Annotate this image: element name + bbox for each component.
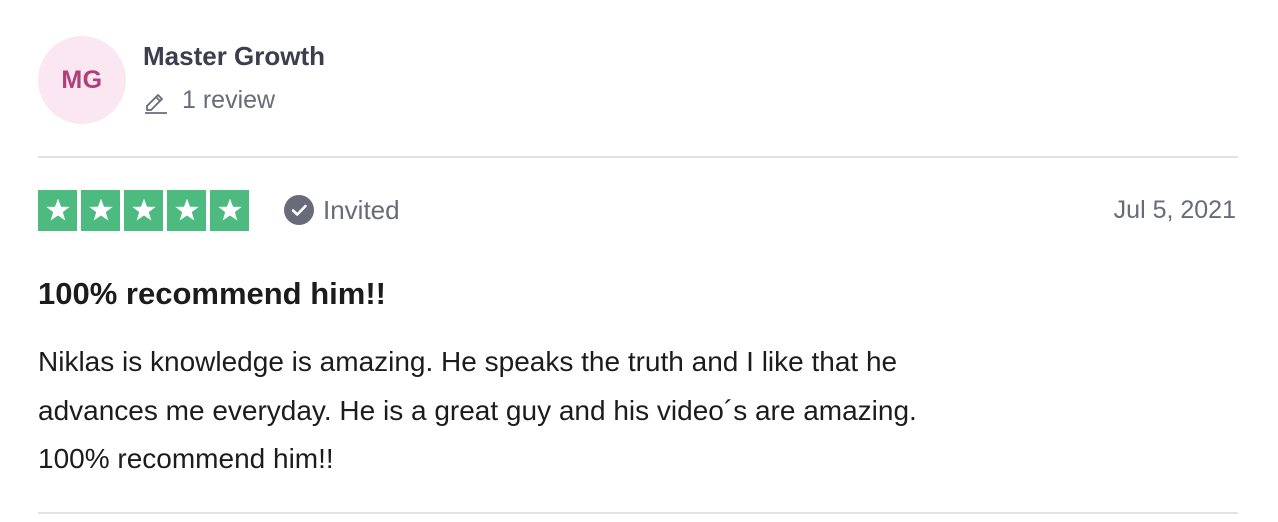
avatar-initials: MG <box>61 65 103 94</box>
review-meta-row: Invited Jul 5, 2021 <box>38 189 1238 231</box>
star-icon <box>217 198 242 221</box>
star-1 <box>38 189 77 231</box>
review-count-row: 1 review <box>143 86 325 115</box>
reviewer-name[interactable]: Master Growth <box>143 40 325 72</box>
divider-top <box>38 156 1238 158</box>
star-icon <box>45 198 70 221</box>
review-body: Niklas is knowledge is amazing. He speak… <box>38 338 1218 484</box>
star-3 <box>124 189 163 231</box>
review-count: 1 review <box>182 86 276 114</box>
star-5 <box>210 189 249 231</box>
review-title[interactable]: 100% recommend him!! <box>38 274 386 314</box>
reviewer-info: Master Growth 1 review <box>143 40 325 115</box>
star-rating <box>38 189 249 231</box>
star-icon <box>131 198 156 221</box>
divider-bottom <box>38 512 1238 514</box>
review-card: MG Master Growth 1 review Invited Jul 5,… <box>0 0 1278 522</box>
review-body-line: Niklas is knowledge is amazing. He speak… <box>38 346 898 377</box>
star-icon <box>88 198 113 221</box>
invited-label: Invited <box>323 194 400 225</box>
star-2 <box>81 189 120 231</box>
reviewer-header: MG Master Growth 1 review <box>38 36 325 124</box>
review-body-line: 100% recommend him!! <box>38 443 334 474</box>
review-date: Jul 5, 2021 <box>1113 195 1236 224</box>
star-icon <box>174 198 199 221</box>
invited-badge[interactable]: Invited <box>283 194 400 226</box>
pencil-icon <box>145 93 167 114</box>
review-body-line: advances me everyday. He is a great guy … <box>38 394 917 426</box>
avatar[interactable]: MG <box>38 36 126 124</box>
check-circle-icon <box>284 195 314 225</box>
star-4 <box>167 189 206 231</box>
